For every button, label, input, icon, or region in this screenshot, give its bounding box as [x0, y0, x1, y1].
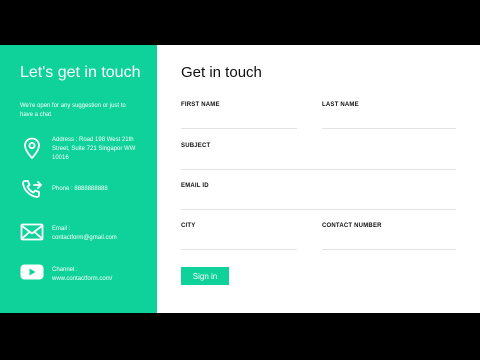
phone-forward-icon: [20, 178, 44, 202]
channel-label: Channel :: [52, 267, 78, 273]
contact-number-label: CONTACT NUMBER: [322, 223, 382, 229]
email-value[interactable]: contactform@gmail.com: [52, 234, 152, 243]
last-name-input[interactable]: [322, 126, 456, 129]
address-text: Address : Road 198 West 21th Street, Sui…: [52, 137, 136, 161]
email-id-input[interactable]: [181, 207, 456, 210]
subject-input[interactable]: [181, 167, 456, 170]
last-name-label: LAST NAME: [322, 102, 359, 108]
contact-number-field: CONTACT NUMBER: [322, 223, 456, 253]
info-subtitle: We're open for any suggestion or just to…: [20, 103, 126, 118]
city-field: CITY: [181, 223, 297, 253]
contact-card: Let's get in touch We're open for any su…: [0, 45, 480, 313]
youtube-play-icon: [20, 260, 44, 284]
first-name-label: FIRST NAME: [181, 102, 220, 108]
channel-value[interactable]: www.contactform.com/: [52, 275, 152, 284]
subject-label: SUBJECT: [181, 143, 211, 149]
email-label: Email :: [52, 226, 71, 232]
last-name-field: LAST NAME: [322, 102, 456, 132]
phone-text: Phone : 8888888888: [52, 186, 108, 192]
first-name-input[interactable]: [181, 126, 297, 129]
envelope-icon: [20, 220, 44, 244]
city-label: CITY: [181, 223, 196, 229]
form-title: Get in touch: [181, 64, 262, 81]
email-id-field: EMAIL ID: [181, 183, 456, 213]
map-pin-icon: [20, 136, 44, 160]
first-name-field: FIRST NAME: [181, 102, 297, 132]
subject-field: SUBJECT: [181, 143, 456, 173]
info-title: Let's get in touch: [20, 64, 141, 81]
contact-number-input[interactable]: [322, 247, 456, 250]
email-id-label: EMAIL ID: [181, 183, 209, 189]
contact-info-panel: Let's get in touch We're open for any su…: [0, 45, 157, 313]
sign-in-button[interactable]: Sign in: [181, 267, 229, 285]
city-input[interactable]: [181, 247, 297, 250]
